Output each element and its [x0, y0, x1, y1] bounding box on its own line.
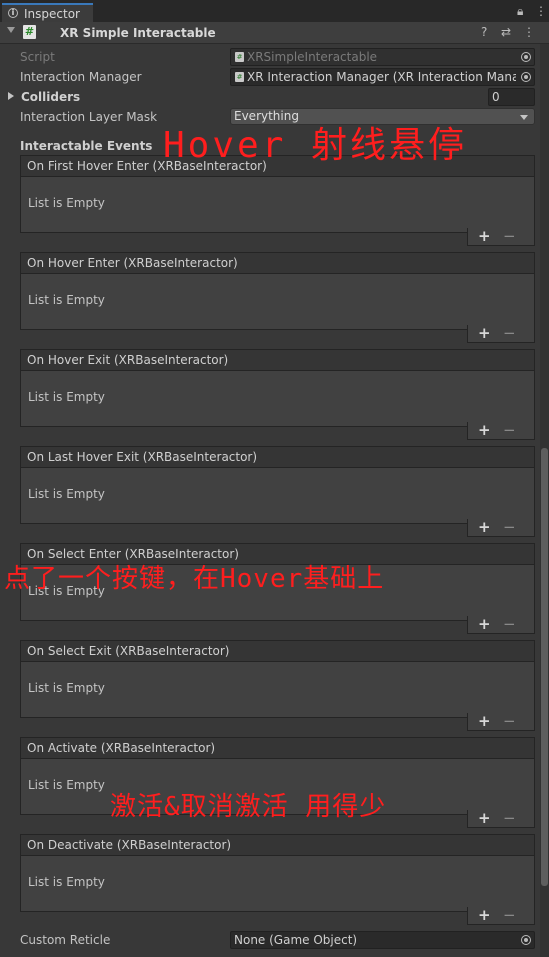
script-label: Script [20, 50, 55, 64]
event-list-first-hover-enter: List is Empty [20, 176, 535, 233]
info-icon: i [8, 8, 18, 18]
add-listener-button[interactable]: + [478, 227, 491, 245]
csharp-script-icon: # [23, 25, 36, 39]
event-header-deactivate: On Deactivate (XRBaseInteractor) [20, 834, 535, 855]
script-file-icon: # [235, 52, 244, 62]
component-menu-icon[interactable]: ⋮ [523, 25, 535, 39]
manager-object-icon: # [235, 72, 244, 82]
component-title: XR Simple Interactable [60, 26, 216, 40]
event-header-hover-exit: On Hover Exit (XRBaseInteractor) [20, 349, 535, 370]
colliders-size-field[interactable]: 0 [488, 88, 535, 106]
presets-icon[interactable]: ⇄ [501, 25, 511, 39]
event-list-controls: + − [467, 712, 535, 731]
event-empty-text: List is Empty [28, 293, 105, 307]
event-list-controls: + − [467, 324, 535, 343]
remove-listener-button[interactable]: − [503, 518, 516, 536]
tab-inspector[interactable]: i Inspector [2, 3, 93, 22]
annotation-hover: Hover 射线悬停 [163, 125, 468, 166]
event-empty-text: List is Empty [28, 778, 105, 792]
inspector-tab-bar: i Inspector 🔒︎ ⋮ [0, 0, 549, 22]
tab-label: Inspector [24, 7, 80, 21]
event-label: On Last Hover Exit (XRBaseInteractor) [27, 450, 258, 464]
script-field[interactable]: # XRSimpleInteractable [230, 48, 535, 66]
event-label: On Deactivate (XRBaseInteractor) [27, 838, 232, 852]
event-list-controls: + − [467, 615, 535, 634]
event-empty-text: List is Empty [28, 196, 105, 210]
event-header-select-exit: On Select Exit (XRBaseInteractor) [20, 640, 535, 661]
object-picker-icon[interactable] [521, 935, 531, 945]
interaction-layer-mask-label: Interaction Layer Mask [20, 110, 158, 124]
interactable-events-title: Interactable Events [20, 139, 153, 153]
event-label: On Activate (XRBaseInteractor) [27, 741, 216, 755]
event-list-hover-enter: List is Empty [20, 273, 535, 330]
event-list-hover-exit: List is Empty [20, 370, 535, 427]
component-header[interactable]: # XR Simple Interactable ? ⇄ ⋮ [0, 22, 549, 44]
annotation-activate: 激活&取消激活 用得少 [110, 792, 387, 822]
event-label: On Hover Enter (XRBaseInteractor) [27, 256, 238, 270]
interaction-manager-label: Interaction Manager [20, 70, 142, 84]
fold-arrow-icon[interactable] [7, 27, 15, 33]
event-label: On Select Exit (XRBaseInteractor) [27, 644, 230, 658]
event-empty-text: List is Empty [28, 390, 105, 404]
event-list-select-exit: List is Empty [20, 661, 535, 718]
remove-listener-button[interactable]: − [503, 227, 516, 245]
chevron-down-icon [520, 115, 528, 120]
object-picker-icon[interactable] [521, 52, 531, 62]
lock-icon[interactable]: 🔒︎ [517, 4, 523, 19]
event-list-controls: + − [467, 227, 535, 246]
event-empty-text: List is Empty [28, 487, 105, 501]
colliders-label[interactable]: Colliders [21, 90, 80, 104]
remove-listener-button[interactable]: − [503, 615, 516, 633]
event-list-deactivate: List is Empty [20, 855, 535, 912]
event-list-controls: + − [467, 421, 535, 440]
interaction-manager-value: XR Interaction Manager (XR Interaction M… [247, 70, 516, 84]
remove-listener-button[interactable]: − [503, 712, 516, 730]
event-list-controls: + − [467, 518, 535, 537]
custom-reticle-field[interactable]: None (Game Object) [230, 931, 535, 949]
add-listener-button[interactable]: + [478, 809, 491, 827]
colliders-count: 0 [492, 90, 500, 104]
remove-listener-button[interactable]: − [503, 906, 516, 924]
kebab-menu-icon[interactable]: ⋮ [535, 4, 547, 18]
event-header-hover-enter: On Hover Enter (XRBaseInteractor) [20, 252, 535, 273]
custom-reticle-label: Custom Reticle [20, 933, 111, 947]
help-icon[interactable]: ? [481, 25, 487, 39]
event-header-activate: On Activate (XRBaseInteractor) [20, 737, 535, 758]
object-picker-icon[interactable] [521, 72, 531, 82]
event-list-controls: + − [467, 809, 535, 828]
event-list-controls: + − [467, 906, 535, 925]
add-listener-button[interactable]: + [478, 906, 491, 924]
interaction-manager-field[interactable]: # XR Interaction Manager (XR Interaction… [230, 68, 535, 86]
remove-listener-button[interactable]: − [503, 809, 516, 827]
annotation-select: 点了一个按键，在Hover基础上 [4, 564, 385, 594]
event-empty-text: List is Empty [28, 875, 105, 889]
add-listener-button[interactable]: + [478, 615, 491, 633]
script-value: XRSimpleInteractable [247, 50, 378, 64]
expand-arrow-icon[interactable] [8, 92, 14, 100]
add-listener-button[interactable]: + [478, 421, 491, 439]
add-listener-button[interactable]: + [478, 518, 491, 536]
event-list-last-hover-exit: List is Empty [20, 467, 535, 524]
scrollbar-thumb[interactable] [541, 448, 548, 886]
add-listener-button[interactable]: + [478, 324, 491, 342]
event-empty-text: List is Empty [28, 681, 105, 695]
custom-reticle-value: None (Game Object) [234, 933, 358, 947]
remove-listener-button[interactable]: − [503, 324, 516, 342]
remove-listener-button[interactable]: − [503, 421, 516, 439]
event-header-last-hover-exit: On Last Hover Exit (XRBaseInteractor) [20, 446, 535, 467]
event-label: On Hover Exit (XRBaseInteractor) [27, 353, 229, 367]
add-listener-button[interactable]: + [478, 712, 491, 730]
